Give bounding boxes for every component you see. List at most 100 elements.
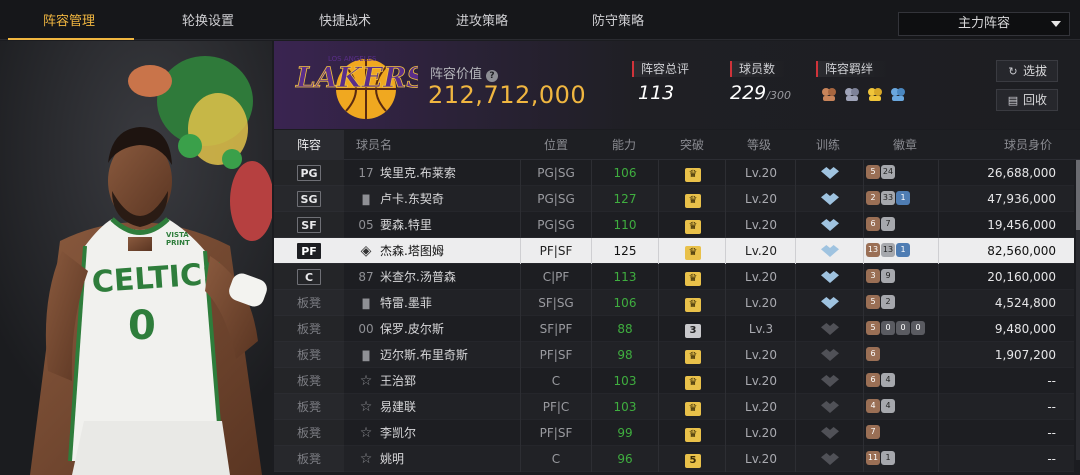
header-level[interactable]: 等级 — [747, 130, 771, 160]
table-row[interactable]: PF ◈ 杰森.塔图姆 PF|SF 125 ♛ Lv.20 13 13 1 82,560,000 — [274, 238, 1074, 264]
player-position: C — [551, 374, 561, 388]
table-row[interactable]: 板凳 ☆ 易建联 PF|C 103 ♛ Lv.20 4 4 -- — [274, 394, 1074, 420]
table-row[interactable]: 板凳 00 保罗.皮尔斯 SF|PF 88 3 Lv.3 5 0 0 0 9,480,000 — [274, 316, 1074, 342]
badges-cell[interactable]: 13 13 1 — [866, 238, 910, 264]
player-name[interactable]: 埃里克.布莱索 — [380, 160, 456, 186]
player-value: 9,480,000 — [994, 322, 1056, 336]
training-cell[interactable] — [796, 316, 864, 342]
training-cell[interactable] — [796, 212, 864, 238]
badges-cell[interactable]: 11 1 — [866, 446, 895, 472]
tab-rotation-settings[interactable]: 轮换设置 — [143, 0, 273, 40]
jersey-number: ☆ — [356, 368, 376, 394]
tab-offense-strategy[interactable]: 进攻策略 — [417, 0, 547, 40]
column-divider — [520, 316, 521, 342]
tab-lineup-management[interactable]: 阵容管理 — [4, 0, 134, 40]
svg-text:0: 0 — [128, 303, 156, 349]
recycle-button[interactable]: ▤ 回收 — [996, 89, 1058, 111]
player-name[interactable]: 要森.特里 — [380, 212, 432, 238]
training-cell[interactable] — [796, 394, 864, 420]
column-divider — [938, 290, 939, 316]
badges-cell[interactable]: 44 — [866, 394, 895, 420]
training-cell[interactable] — [796, 186, 864, 212]
scout-button-label: 选拔 — [1022, 64, 1047, 78]
table-row[interactable]: 板凳 ☆ 王治郅 C 103 ♛ Lv.20 6 4 -- — [274, 368, 1074, 394]
player-name[interactable]: 保罗.皮尔斯 — [380, 316, 444, 342]
player-name[interactable]: 姚明 — [380, 446, 404, 472]
badge-icon: 6 — [866, 347, 880, 361]
header-training[interactable]: 训练 — [816, 130, 840, 160]
training-cell[interactable] — [796, 342, 864, 368]
badges-cell[interactable]: 5000 — [866, 316, 925, 342]
player-count: 229 — [730, 82, 767, 104]
star-icon: ☆ — [359, 451, 373, 467]
training-cell[interactable] — [796, 264, 864, 290]
header-badges[interactable]: 徽章 — [893, 130, 917, 160]
player-name[interactable]: 杰森.塔图姆 — [380, 238, 444, 264]
badges-cell[interactable]: 2 33 1 — [866, 186, 910, 212]
player-ability: 103 — [613, 400, 637, 414]
header-ability[interactable]: 能力 — [612, 130, 636, 160]
table-row[interactable]: SF 05 要森.特里 PG|SG 110 ♛ Lv.20 6 7 19,456,000 — [274, 212, 1074, 238]
player-name[interactable]: 米查尔.汤普森 — [380, 264, 456, 290]
player-name[interactable]: 王治郅 — [380, 368, 416, 394]
player-name[interactable]: 李凯尔 — [380, 420, 416, 446]
table-row[interactable]: 板凳 ☆ 李凯尔 PF|SF 99 ♛ Lv.20 7 -- — [274, 420, 1074, 446]
player-name[interactable]: 迈尔斯.布里奇斯 — [380, 342, 468, 368]
player-value: 20,160,000 — [987, 270, 1056, 284]
bond-icon-4[interactable] — [889, 85, 907, 103]
badges-cell[interactable]: 5 24 — [866, 160, 895, 186]
bond-icon-3[interactable] — [866, 85, 884, 103]
table-row[interactable]: C 87 米查尔.汤普森 C|PF 113 ♛ Lv.20 3 9 20,160,000 — [274, 264, 1074, 290]
training-cell[interactable] — [796, 368, 864, 394]
badges-cell[interactable]: 7 — [866, 420, 880, 446]
table-scrollbar[interactable] — [1076, 160, 1080, 460]
header-value[interactable]: 球员身价 — [1004, 130, 1052, 160]
player-level: Lv.20 — [745, 166, 777, 180]
scroll-thumb[interactable] — [1076, 160, 1080, 230]
header-breakthrough[interactable]: 突破 — [680, 130, 704, 160]
table-row[interactable]: PG 17 埃里克.布莱索 PG|SG 106 ♛ Lv.20 5 24 26,688,000 — [274, 160, 1074, 186]
header-name[interactable]: 球员名 — [356, 130, 392, 160]
table-row[interactable]: SG ▐▌ 卢卡.东契奇 PG|SG 127 ♛ Lv.20 2 33 1 47,936,000 — [274, 186, 1074, 212]
scout-button[interactable]: ↻ 选拔 — [996, 60, 1058, 82]
badge-list: 52 — [866, 295, 895, 309]
player-name[interactable]: 易建联 — [380, 394, 416, 420]
badges-cell[interactable]: 39 — [866, 264, 895, 290]
breakthrough-cell: ♛ — [660, 160, 726, 186]
position-slot-badge: PF — [297, 243, 321, 259]
badges-cell[interactable]: 6 — [866, 342, 880, 368]
svg-text:LAKERS: LAKERS — [295, 61, 418, 94]
training-cell[interactable] — [796, 420, 864, 446]
player-name[interactable]: 特雷.墨菲 — [380, 290, 432, 316]
bond-icon-2[interactable] — [843, 85, 861, 103]
tab-defense-strategy[interactable]: 防守策略 — [553, 0, 683, 40]
breakthrough-cell: 3 — [660, 316, 726, 342]
badges-cell[interactable]: 64 — [866, 368, 895, 394]
bond-icon-1[interactable] — [820, 85, 838, 103]
player-ability: 99 — [617, 426, 633, 440]
table-row[interactable]: 板凳 ▐▌ 特雷.墨菲 SF|SG 106 ♛ Lv.20 5 2 4,524,800 — [274, 290, 1074, 316]
header-slot[interactable]: 阵容 — [274, 130, 344, 160]
training-cell[interactable] — [796, 160, 864, 186]
column-divider — [938, 342, 939, 368]
player-name[interactable]: 卢卡.东契奇 — [380, 186, 444, 212]
player-value: 19,456,000 — [987, 218, 1056, 232]
badge-icon: 3 — [866, 269, 880, 283]
training-cell[interactable] — [796, 238, 864, 264]
table-row[interactable]: 板凳 ▐▌ 迈尔斯.布里奇斯 PF|SF 98 ♛ Lv.20 6 1,907,200 — [274, 342, 1074, 368]
badges-cell[interactable]: 67 — [866, 212, 895, 238]
column-divider — [658, 238, 659, 264]
player-value: 26,688,000 — [987, 166, 1056, 180]
badges-cell[interactable]: 52 — [866, 290, 895, 316]
breakthrough-cell: ♛ — [660, 212, 726, 238]
column-divider — [520, 446, 521, 472]
tab-quick-tactics[interactable]: 快捷战术 — [280, 0, 410, 40]
header-position[interactable]: 位置 — [544, 130, 568, 160]
jersey-number: ▐▌ — [356, 186, 376, 212]
training-cell[interactable] — [796, 290, 864, 316]
team-summary-header: LAKERS LOS ANGELES 阵容价值? 212,712,000 阵容总… — [274, 41, 1080, 129]
column-divider — [520, 290, 521, 316]
lineup-dropdown[interactable]: 主力阵容 — [898, 12, 1070, 36]
training-cell[interactable] — [796, 446, 864, 472]
table-row[interactable]: 板凳 ☆ 姚明 C 96 5 Lv.20 11 1 -- — [274, 446, 1074, 472]
